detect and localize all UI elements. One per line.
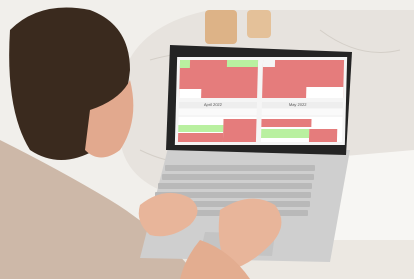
glass-right (247, 10, 271, 38)
month-label-may: May 2022 (288, 102, 307, 107)
empty-block (179, 89, 202, 98)
empty-block (262, 60, 276, 67)
calendar-view (177, 60, 345, 142)
photo-scene: April 2022 May 2022 (0, 0, 414, 279)
booked-block (177, 133, 224, 142)
empty-block (306, 87, 344, 98)
booked-block (308, 129, 338, 142)
month-label-april: April 2022 (203, 102, 222, 107)
glass-left (205, 10, 237, 44)
weekday-row (261, 109, 343, 115)
available-block (179, 60, 191, 68)
weekday-row (178, 109, 257, 115)
available-block (261, 129, 310, 138)
available-block (226, 60, 259, 67)
booked-block (222, 119, 257, 142)
available-block (178, 125, 224, 132)
booked-block (261, 119, 312, 127)
laptop-screen: April 2022 May 2022 (174, 57, 348, 145)
